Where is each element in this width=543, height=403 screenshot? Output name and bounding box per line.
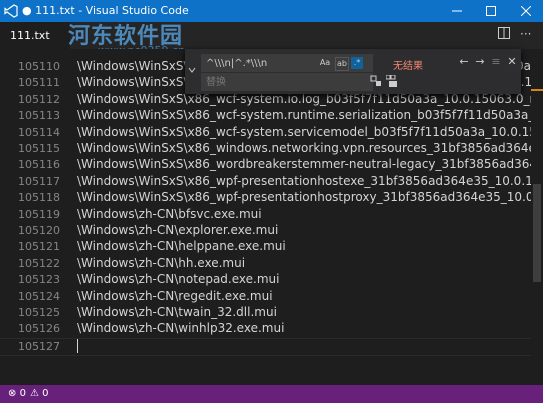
replace-all-button[interactable]	[385, 74, 399, 89]
line-number: 105119	[18, 207, 60, 221]
maximize-button[interactable]	[474, 0, 508, 22]
minimize-button[interactable]	[440, 0, 474, 22]
find-result-count: 无结果	[393, 61, 423, 72]
overview-ruler-marker	[531, 89, 543, 91]
toggle-replace-button[interactable]	[185, 49, 199, 94]
line-number: 105124	[18, 289, 60, 303]
selection-icon: ≡	[491, 55, 501, 68]
editor-line[interactable]: 105124 \Windows\zh-CN\regedit.exe.mui	[0, 289, 531, 305]
line-text: \Windows\WinSxS\x86_wcf-system.runtime.s…	[77, 108, 531, 123]
error-count: 0	[19, 388, 26, 399]
vscode-logo-icon	[4, 4, 18, 18]
line-number: 105114	[18, 125, 60, 139]
scrollbar-thumb[interactable]	[533, 184, 541, 282]
editor-line[interactable]: 105118 \Windows\WinSxS\x86_wpf-presentati…	[0, 190, 531, 206]
arrow-left-icon: ←	[459, 55, 469, 68]
chevron-down-icon	[188, 67, 196, 73]
error-icon: ⊗	[8, 388, 17, 399]
match-word-toggle[interactable]: ab	[335, 57, 349, 71]
replace-all-icon	[385, 74, 397, 87]
editor-line[interactable]: 105125 \Windows\zh-CN\twain_32.dll.mui	[0, 305, 531, 321]
line-number: 105115	[18, 142, 60, 155]
vertical-scrollbar[interactable]	[531, 49, 543, 385]
replace-input[interactable]	[201, 73, 373, 91]
find-replace-widget: Aa ab .* 无结果 ← → ≡ ✕	[185, 49, 521, 94]
replace-one-button[interactable]	[369, 75, 383, 89]
editor-line[interactable]: 105119 \Windows\zh-CN\bfsvc.exe.mui	[0, 207, 531, 223]
editor-line[interactable]: 105121 \Windows\zh-CN\helppane.exe.mui	[0, 239, 531, 255]
editor-line[interactable]: 105116 \Windows\WinSxS\x86_wordbreakerste…	[0, 157, 531, 173]
more-actions-button[interactable]: ···	[520, 27, 531, 43]
text-cursor	[77, 338, 78, 353]
editor-line[interactable]: 105123 \Windows\zh-CN\notepad.exe.mui	[0, 272, 531, 288]
line-text: \Windows\zh-CN\notepad.exe.mui	[77, 272, 280, 287]
tab-label: 111.txt	[10, 29, 50, 42]
warning-icon: ⚠	[30, 388, 39, 399]
close-icon	[521, 6, 531, 16]
editor-line[interactable]: 105112 \Windows\WinSxS\x86_wcf-system.io.…	[0, 92, 531, 108]
warning-count: 0	[42, 388, 49, 399]
window-title: ● 111.txt - Visual Studio Code	[22, 4, 189, 17]
line-number: 105120	[18, 224, 60, 237]
replace-icon	[370, 75, 381, 86]
status-bar: ⊗ 0 ⚠ 0	[0, 385, 543, 403]
editor-line[interactable]: 105114 \Windows\WinSxS\x86_wcf-system.ser…	[0, 125, 531, 141]
find-in-selection-button[interactable]: ≡	[489, 55, 503, 69]
line-number: 105110	[18, 60, 60, 73]
line-text: \Windows\WinSxS\x86_wcf-system.servicemo…	[77, 124, 531, 139]
line-number: 105125	[18, 306, 60, 319]
split-editor-button[interactable]	[498, 27, 510, 43]
line-number: 105121	[18, 240, 60, 254]
tab-111-txt[interactable]: 111.txt	[0, 22, 70, 49]
line-number: 105112	[18, 92, 60, 106]
editor-line[interactable]: 105126 \Windows\zh-CN\winhlp32.exe.mui	[0, 321, 531, 337]
line-text: \Windows\zh-CN\regedit.exe.mui	[77, 288, 273, 303]
line-number: 105113	[18, 109, 60, 123]
close-icon: ✕	[507, 55, 517, 68]
line-number: 105117	[18, 174, 60, 188]
line-number: 105118	[18, 191, 60, 205]
editor-line[interactable]: 105113 \Windows\WinSxS\x86_wcf-system.run…	[0, 108, 531, 124]
line-text: \Windows\zh-CN\bfsvc.exe.mui	[77, 206, 262, 221]
close-find-button[interactable]: ✕	[505, 55, 519, 69]
editor-line[interactable]: 105120 \Windows\zh-CN\explorer.exe.mui	[0, 223, 531, 239]
line-text: \Windows\WinSxS\x86_wpf-presentationhost…	[77, 173, 531, 188]
line-number: 105127	[18, 339, 60, 353]
errors-indicator[interactable]: ⊗ 0	[8, 388, 26, 399]
line-text: \Windows\zh-CN\helppane.exe.mui	[77, 239, 286, 254]
warnings-indicator[interactable]: ⚠ 0	[30, 388, 49, 399]
line-number: 105111	[18, 76, 60, 90]
line-text: \Windows\WinSxS\x86_windows.networking.v…	[77, 141, 531, 155]
line-text: \Windows\zh-CN\explorer.exe.mui	[77, 223, 279, 237]
arrow-right-icon: →	[475, 55, 485, 68]
split-editor-icon	[498, 27, 510, 39]
ellipsis-icon: ···	[520, 27, 532, 41]
line-text: \Windows\WinSxS\x86_wpf-presentationhost…	[77, 190, 531, 205]
editor-line[interactable]: 105127	[0, 337, 531, 356]
line-number: 105126	[18, 322, 60, 336]
editor-area[interactable]: 105110\Windows\WinSxS\x86_wcf-system.ide…	[0, 49, 531, 385]
close-button[interactable]	[509, 0, 543, 22]
line-text: \Windows\zh-CN\hh.exe.mui	[77, 255, 246, 270]
line-number: 105123	[18, 273, 60, 287]
previous-match-button[interactable]: ←	[457, 55, 471, 69]
maximize-icon	[486, 6, 496, 16]
editor-line[interactable]: 105122 \Windows\zh-CN\hh.exe.mui	[0, 256, 531, 272]
match-case-toggle[interactable]: Aa	[319, 57, 331, 69]
editor-line[interactable]: 105115 \Windows\WinSxS\x86_windows.networ…	[0, 141, 531, 157]
line-text: \Windows\zh-CN\winhlp32.exe.mui	[77, 321, 285, 336]
regex-toggle[interactable]: .*	[351, 57, 363, 69]
line-number: 105122	[18, 256, 60, 270]
editor-line[interactable]: 105117 \Windows\WinSxS\x86_wpf-presentati…	[0, 174, 531, 190]
line-text: \Windows\WinSxS\x86_wordbreakerstemmer-n…	[77, 157, 531, 172]
line-text: \Windows\zh-CN\twain_32.dll.mui	[77, 305, 277, 319]
minimize-icon	[452, 10, 462, 12]
next-match-button[interactable]: →	[473, 55, 487, 69]
line-number: 105116	[18, 158, 60, 172]
